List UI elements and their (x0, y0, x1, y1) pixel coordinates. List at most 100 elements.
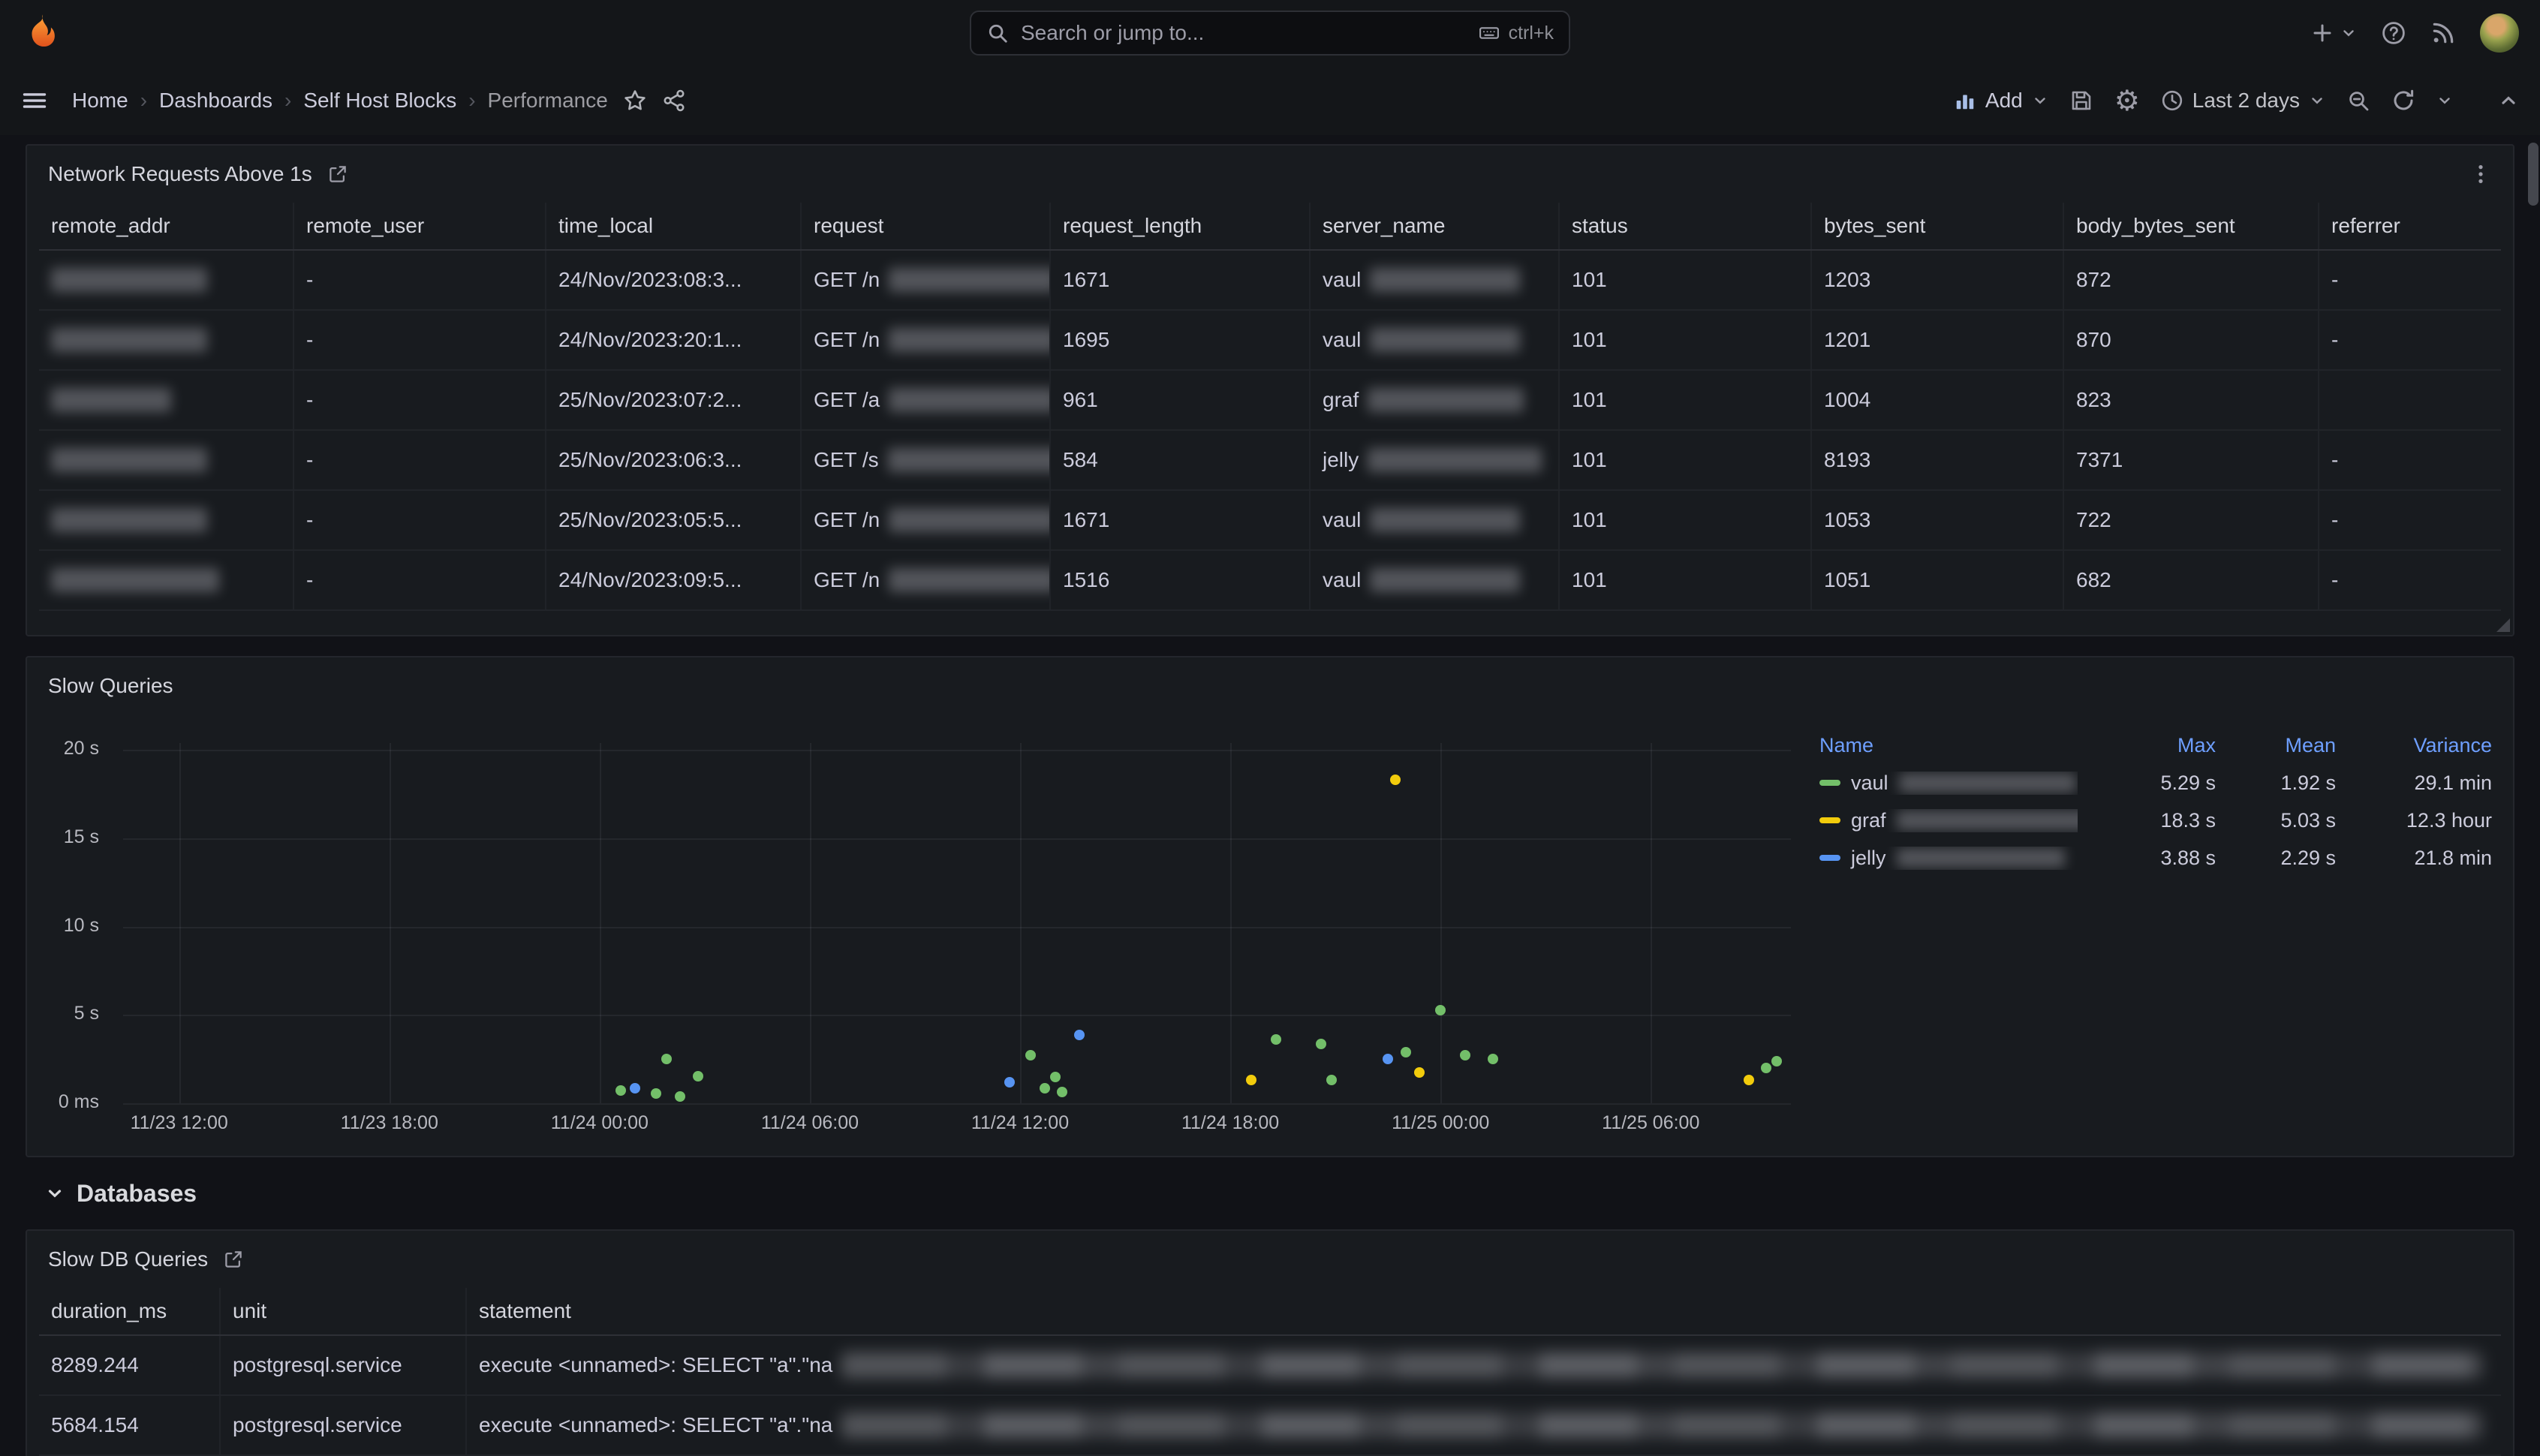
legend-header-mean[interactable]: Mean (2216, 734, 2336, 757)
legend-header-variance[interactable]: Variance (2336, 734, 2492, 757)
panel-title[interactable]: Network Requests Above 1s (48, 162, 312, 186)
legend-series-vaul[interactable]: vaul (1819, 772, 2078, 795)
scatter-point (1004, 1077, 1015, 1087)
column-header-remote_user[interactable]: remote_user (294, 203, 546, 249)
table-cell: GET /n (802, 491, 1051, 549)
breadcrumb-folder[interactable]: Self Host Blocks (303, 89, 456, 113)
user-avatar[interactable] (2480, 14, 2519, 53)
scrollbar-thumb[interactable] (2528, 143, 2538, 206)
column-header-bytes_sent[interactable]: bytes_sent (1812, 203, 2064, 249)
y-axis: 0 ms5 s10 s15 s20 s (27, 743, 111, 1103)
gridline-horizontal (123, 927, 1791, 928)
table-cell: graf (1311, 371, 1560, 429)
dashboard-toolbar: Home › Dashboards › Self Host Blocks › P… (0, 66, 2540, 135)
new-button[interactable] (2310, 21, 2357, 45)
external-link-icon[interactable] (327, 164, 348, 185)
column-header-time_local[interactable]: time_local (546, 203, 802, 249)
scatter-point (1246, 1075, 1256, 1085)
scatter-point (1057, 1087, 1067, 1097)
table-cell: 101 (1560, 491, 1812, 549)
share-button[interactable] (662, 89, 686, 113)
column-header-referrer[interactable]: referrer (2319, 203, 2501, 249)
column-header-body_bytes_sent[interactable]: body_bytes_sent (2064, 203, 2319, 249)
panel-title[interactable]: Slow DB Queries (48, 1247, 208, 1271)
dashboard-canvas: Network Requests Above 1s remote_addrrem… (0, 135, 2540, 1456)
table-cell: vaul (1311, 551, 1560, 609)
time-range-picker[interactable]: Last 2 days (2161, 89, 2325, 113)
column-header-request[interactable]: request (802, 203, 1051, 249)
scatter-point (1074, 1030, 1085, 1040)
panel-menu-button[interactable] (2469, 163, 2492, 185)
favorite-button[interactable] (623, 89, 647, 113)
refresh-interval-button[interactable] (2436, 92, 2453, 109)
column-header-unit[interactable]: unit (221, 1288, 467, 1334)
column-header-duration_ms[interactable]: duration_ms (39, 1288, 221, 1334)
table-cell: - (2319, 551, 2501, 609)
cell-text: vaul (1323, 508, 1361, 532)
search-input[interactable]: Search or jump to... ctrl+k (970, 11, 1570, 56)
scrollbar[interactable] (2528, 0, 2538, 1456)
scatter-point (1488, 1054, 1498, 1064)
legend-header-max[interactable]: Max (2078, 734, 2216, 757)
scatter-point (1435, 1005, 1446, 1015)
gridline-horizontal (123, 750, 1791, 751)
redacted-text (51, 268, 207, 292)
refresh-icon (2391, 89, 2415, 113)
column-header-server_name[interactable]: server_name (1311, 203, 1560, 249)
column-header-request_length[interactable]: request_length (1051, 203, 1311, 249)
cell-text: 101 (1572, 268, 1607, 292)
table-header-row: duration_msunitstatement (39, 1288, 2501, 1336)
column-header-statement[interactable]: statement (467, 1288, 2501, 1334)
breadcrumb: Home › Dashboards › Self Host Blocks › P… (72, 89, 608, 113)
table-cell: 1695 (1051, 311, 1311, 369)
dashboard-settings-button[interactable]: ⚙ (2114, 86, 2140, 115)
legend-value: 3.88 s (2078, 847, 2216, 870)
grafana-logo[interactable] (21, 12, 63, 54)
cell-text: 25/Nov/2023:06:3... (558, 448, 742, 472)
redacted-text (1370, 268, 1520, 292)
news-button[interactable] (2430, 20, 2456, 46)
add-button[interactable]: Add (1954, 89, 2048, 113)
table-cell: vaul (1311, 311, 1560, 369)
x-axis-label: 11/23 18:00 (322, 1112, 457, 1134)
zoom-out-button[interactable] (2346, 89, 2370, 113)
cell-text: - (306, 328, 313, 352)
column-header-remote_addr[interactable]: remote_addr (39, 203, 294, 249)
breadcrumb-home[interactable]: Home (72, 89, 128, 113)
external-link-icon[interactable] (223, 1249, 244, 1270)
table-cell: 823 (2064, 371, 2319, 429)
table-cell: - (2319, 431, 2501, 489)
topnav-actions (2310, 14, 2519, 53)
cell-text: execute <unnamed>: SELECT "a"."na (479, 1353, 832, 1377)
redacted-text (1370, 508, 1520, 532)
panel-title[interactable]: Slow Queries (48, 674, 173, 698)
legend-header-name[interactable]: Name (1819, 734, 2078, 757)
scatter-point (1744, 1075, 1754, 1085)
table-cell: GET /a (802, 371, 1051, 429)
cell-text: execute <unnamed>: SELECT "a"."na (479, 1413, 832, 1437)
breadcrumb-dashboards[interactable]: Dashboards (159, 89, 272, 113)
legend-series-graf[interactable]: graf (1819, 809, 2078, 832)
save-dashboard-button[interactable] (2069, 89, 2093, 113)
refresh-button[interactable] (2391, 89, 2415, 113)
redacted-text (889, 268, 1051, 292)
legend-series-jelly[interactable]: jelly (1819, 847, 2078, 870)
cell-text: 1051 (1824, 568, 1870, 592)
table-cell: jelly (1311, 431, 1560, 489)
panel-resize-handle[interactable] (2496, 618, 2510, 632)
table-cell: 870 (2064, 311, 2319, 369)
help-button[interactable] (2381, 20, 2406, 46)
table-cell: - (294, 551, 546, 609)
redacted-text (888, 448, 1051, 472)
cell-text: vaul (1323, 328, 1361, 352)
cell-text: 101 (1572, 448, 1607, 472)
menu-toggle-button[interactable] (21, 87, 48, 114)
cell-text: 7371 (2076, 448, 2123, 472)
table-cell: 1671 (1051, 251, 1311, 309)
row-databases[interactable]: Databases (26, 1157, 2514, 1229)
column-header-status[interactable]: status (1560, 203, 1812, 249)
scatter-point (1383, 1054, 1393, 1064)
gridline-vertical (810, 743, 811, 1103)
collapse-toolbar-button[interactable] (2498, 90, 2519, 111)
table-cell (39, 431, 294, 489)
